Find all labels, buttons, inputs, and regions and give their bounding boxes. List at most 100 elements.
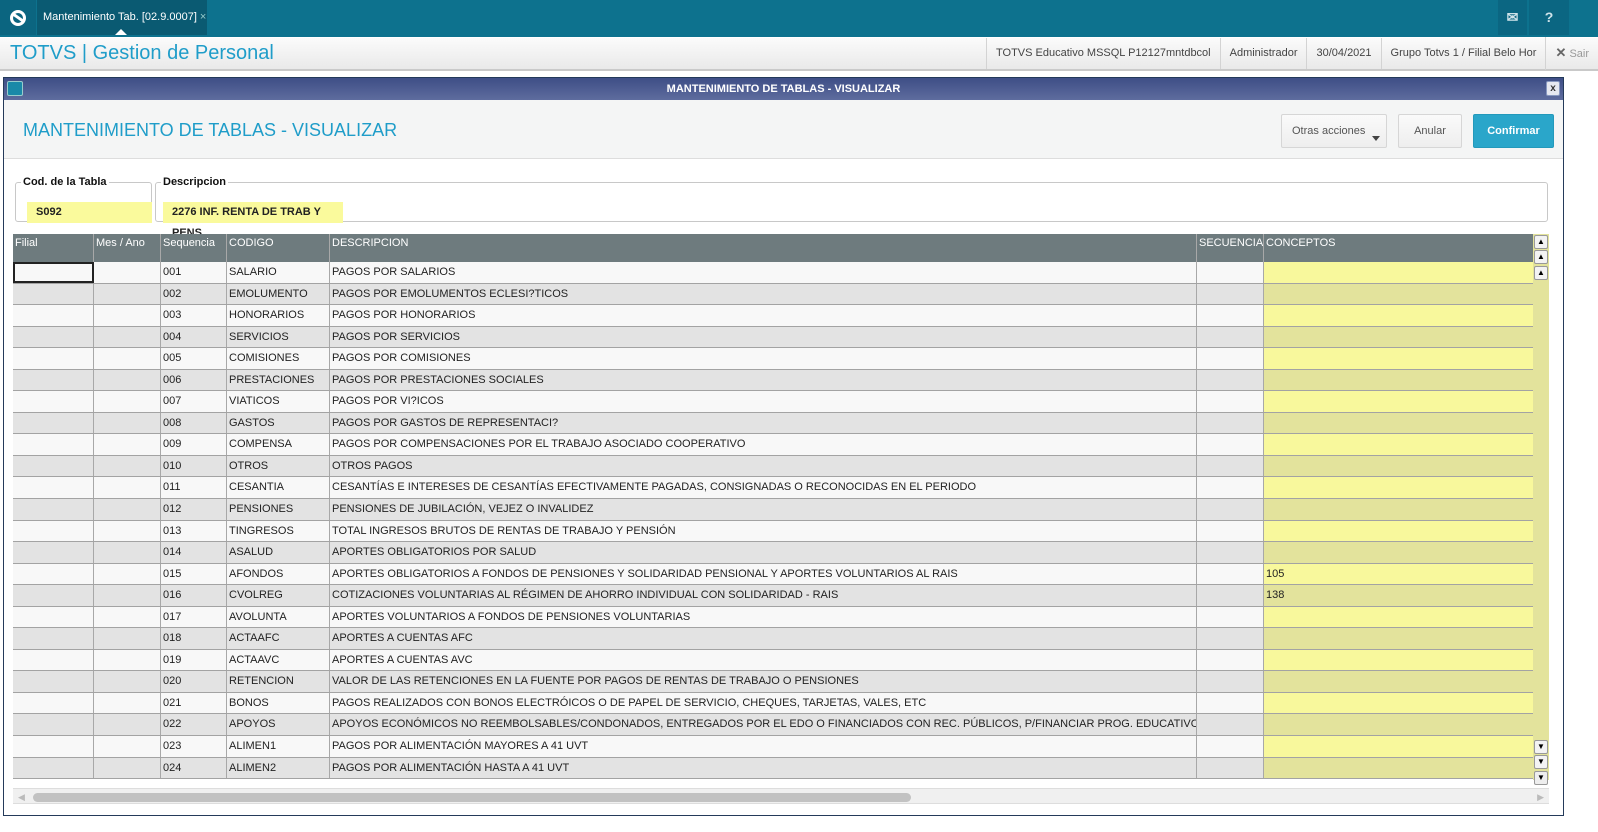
cell-codigo[interactable]: GASTOS (227, 412, 330, 434)
cell-mes-ano[interactable] (94, 628, 161, 649)
table-code-field[interactable]: S092 (27, 202, 152, 223)
cell-sequencia[interactable]: 007 (161, 391, 227, 412)
cell-secuencia[interactable] (1197, 348, 1264, 369)
table-row[interactable]: 003 HONORARIOS PAGOS POR HONORARIOS (13, 305, 1533, 327)
table-row[interactable]: 013 TINGRESOS TOTAL INGRESOS BRUTOS DE REN… (13, 520, 1533, 543)
cell-mes-ano[interactable] (94, 391, 161, 412)
cell-sequencia[interactable]: 015 (161, 563, 227, 585)
cell-descripcion[interactable]: CESANTÍAS E INTERESES DE CESANTÍAS EFECT… (330, 477, 1197, 499)
cell-conceptos[interactable] (1264, 499, 1533, 520)
cell-codigo[interactable]: TINGRESOS (227, 520, 330, 542)
table-row[interactable]: 017 AVOLUNTA APORTES VOLUNTARIOS A FONDOS … (13, 606, 1533, 629)
tab-close-icon[interactable]: × (200, 11, 206, 23)
table-row[interactable]: 010 OTROS OTROS PAGOS (13, 455, 1533, 478)
table-row[interactable]: 007 VIATICOS PAGOS POR VI?ICOS (13, 391, 1533, 413)
cell-secuencia[interactable] (1197, 649, 1264, 671)
cell-sequencia[interactable]: 018 (161, 628, 227, 649)
table-row[interactable]: 019 ACTAAVC APORTES A CUENTAS AVC (13, 649, 1533, 672)
cell-conceptos[interactable] (1264, 671, 1533, 692)
cell-filial[interactable] (13, 671, 94, 692)
cell-mes-ano[interactable] (94, 563, 161, 585)
cell-secuencia[interactable] (1197, 563, 1264, 585)
cell-mes-ano[interactable] (94, 305, 161, 326)
cell-conceptos[interactable] (1264, 692, 1533, 714)
cell-descripcion[interactable]: OTROS PAGOS (330, 455, 1197, 477)
table-row[interactable]: 004 SERVICIOS PAGOS POR SERVICIOS (13, 326, 1533, 349)
cell-codigo[interactable]: PENSIONES (227, 499, 330, 520)
cell-sequencia[interactable]: 001 (161, 262, 227, 283)
cell-mes-ano[interactable] (94, 477, 161, 499)
cell-sequencia[interactable]: 023 (161, 736, 227, 757)
cell-filial[interactable] (13, 714, 94, 736)
cell-filial[interactable] (13, 326, 94, 348)
cell-filial[interactable] (13, 305, 94, 326)
cell-descripcion[interactable]: TOTAL INGRESOS BRUTOS DE RENTAS DE TRABA… (330, 520, 1197, 542)
column-header-mes-ano[interactable]: Mes / Ano (94, 234, 161, 262)
cell-filial[interactable] (13, 757, 94, 779)
table-row[interactable]: 012 PENSIONES PENSIONES DE JUBILACIÓN, VEJ… (13, 499, 1533, 521)
cell-secuencia[interactable] (1197, 671, 1264, 692)
cell-codigo[interactable]: COMPENSA (227, 434, 330, 455)
scroll-left-icon[interactable]: ◀ (18, 792, 25, 803)
cell-secuencia[interactable] (1197, 520, 1264, 542)
column-header-filial[interactable]: Filial (13, 234, 94, 262)
cancel-button[interactable]: Anular (1398, 114, 1462, 148)
scroll-up-icon[interactable]: ▲ (1534, 266, 1548, 280)
cell-sequencia[interactable]: 019 (161, 649, 227, 671)
cell-sequencia[interactable]: 014 (161, 542, 227, 563)
cell-descripcion[interactable]: VALOR DE LAS RETENCIONES EN LA FUENTE PO… (330, 671, 1197, 692)
cell-filial[interactable] (13, 369, 94, 391)
cell-sequencia[interactable]: 020 (161, 671, 227, 692)
cell-conceptos[interactable] (1264, 412, 1533, 434)
cell-conceptos[interactable] (1264, 434, 1533, 455)
cell-codigo[interactable]: SALARIO (227, 262, 330, 283)
cell-codigo[interactable]: BONOS (227, 692, 330, 714)
table-row[interactable]: 005 COMISIONES PAGOS POR COMISIONES (13, 348, 1533, 370)
cell-filial[interactable] (13, 477, 94, 499)
table-row[interactable]: 009 COMPENSA PAGOS POR COMPENSACIONES POR … (13, 434, 1533, 456)
cell-conceptos[interactable] (1264, 714, 1533, 736)
cell-secuencia[interactable] (1197, 412, 1264, 434)
cell-descripcion[interactable]: PAGOS POR HONORARIOS (330, 305, 1197, 326)
cell-codigo[interactable]: EMOLUMENTO (227, 283, 330, 305)
cell-conceptos[interactable] (1264, 649, 1533, 671)
cell-conceptos[interactable] (1264, 477, 1533, 499)
cell-codigo[interactable]: VIATICOS (227, 391, 330, 412)
cell-secuencia[interactable] (1197, 757, 1264, 779)
cell-sequencia[interactable]: 021 (161, 692, 227, 714)
cell-secuencia[interactable] (1197, 283, 1264, 305)
cell-secuencia[interactable] (1197, 542, 1264, 563)
table-row[interactable]: 015 AFONDOS APORTES OBLIGATORIOS A FONDOS … (13, 563, 1533, 586)
scroll-right-icon[interactable]: ▶ (1537, 792, 1544, 803)
cell-sequencia[interactable]: 010 (161, 455, 227, 477)
cell-filial[interactable] (13, 736, 94, 757)
cell-sequencia[interactable]: 008 (161, 412, 227, 434)
cell-descripcion[interactable]: PAGOS POR ALIMENTACIÓN HASTA A 41 UVT (330, 757, 1197, 779)
cell-descripcion[interactable]: PAGOS POR COMISIONES (330, 348, 1197, 369)
cell-mes-ano[interactable] (94, 649, 161, 671)
cell-filial[interactable] (13, 606, 94, 628)
cell-codigo[interactable]: ACTAAFC (227, 628, 330, 649)
exit-button[interactable]: ✕ Sair (1545, 37, 1598, 70)
cell-filial[interactable] (13, 692, 94, 714)
table-row[interactable]: 001 SALARIO PAGOS POR SALARIOS (13, 262, 1533, 284)
vertical-scrollbar[interactable]: ▲ ▲ ▲ ▼ ▼ ▼ (1533, 234, 1549, 785)
cell-codigo[interactable]: CVOLREG (227, 585, 330, 606)
cell-filial[interactable] (13, 585, 94, 606)
cell-mes-ano[interactable] (94, 455, 161, 477)
table-row[interactable]: 011 CESANTIA CESANTÍAS E INTERESES DE CESA… (13, 477, 1533, 500)
scroll-top-icon[interactable]: ▲ (1534, 235, 1548, 249)
cell-mes-ano[interactable] (94, 606, 161, 628)
cell-codigo[interactable]: AVOLUNTA (227, 606, 330, 628)
cell-mes-ano[interactable] (94, 757, 161, 779)
cell-filial[interactable] (13, 348, 94, 369)
cell-sequencia[interactable]: 022 (161, 714, 227, 736)
cell-descripcion[interactable]: APORTES A CUENTAS AVC (330, 649, 1197, 671)
cell-secuencia[interactable] (1197, 455, 1264, 477)
cell-sequencia[interactable]: 024 (161, 757, 227, 779)
cell-secuencia[interactable] (1197, 606, 1264, 628)
cell-codigo[interactable]: OTROS (227, 455, 330, 477)
table-row[interactable]: 018 ACTAAFC APORTES A CUENTAS AFC (13, 628, 1533, 650)
cell-descripcion[interactable]: PAGOS POR ALIMENTACIÓN MAYORES A 41 UVT (330, 736, 1197, 757)
cell-filial[interactable] (13, 542, 94, 563)
